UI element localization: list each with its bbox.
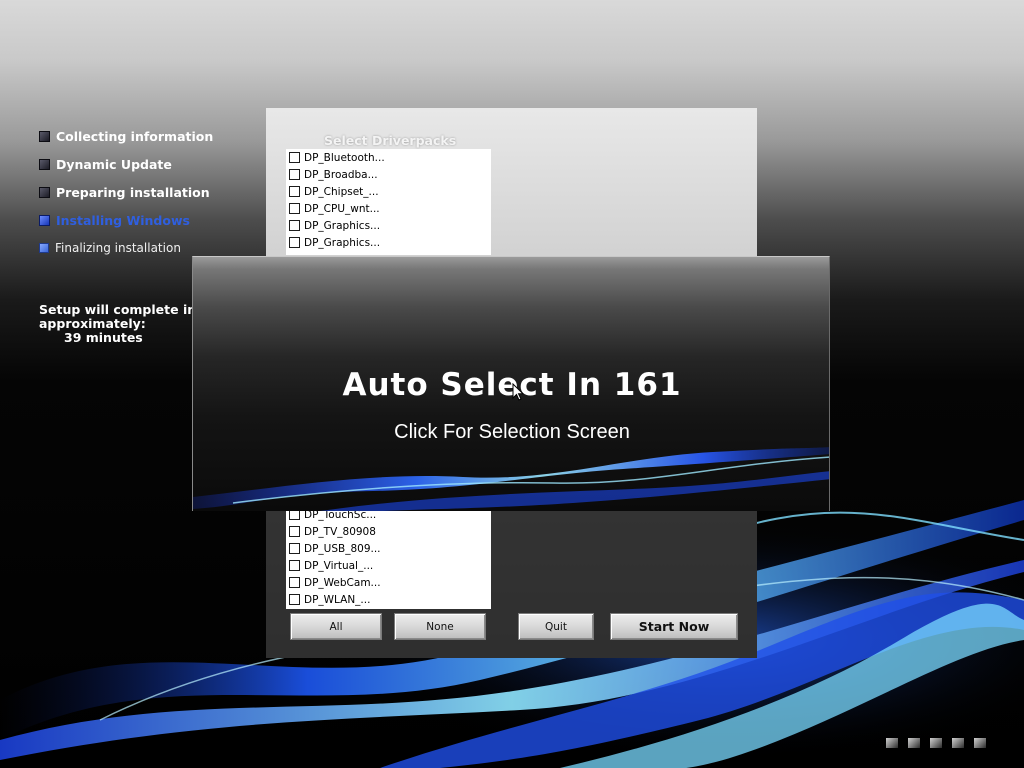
auto-select-overlay[interactable]: Auto Select In 161 Click For Selection S… — [192, 256, 830, 511]
driverpack-title: Select Driverpacks — [324, 133, 457, 148]
driverpack-item[interactable]: DP_TV_80908 — [286, 523, 491, 540]
driverpack-item[interactable]: DP_Chipset_... — [286, 183, 491, 200]
mouse-cursor-icon — [512, 383, 524, 401]
step-done-bullet-icon — [39, 158, 50, 170]
driverpack-item-label: DP_TV_80908 — [304, 525, 376, 538]
driverpack-item[interactable]: DP_Broadba... — [286, 166, 491, 183]
driverpack-item-label: DP_TouchSc... — [304, 510, 377, 521]
checkbox[interactable] — [289, 560, 300, 571]
time-remaining-minutes: 39 minutes — [64, 330, 143, 345]
driverpack-item-label: DP_CPU_wnt... — [304, 202, 380, 215]
step-dynamic-update: Dynamic Update — [39, 156, 172, 172]
time-remaining-line1: Setup will complete in — [39, 302, 197, 317]
driverpack-item-label: DP_USB_809... — [304, 542, 381, 555]
progress-indicator — [886, 738, 986, 748]
driverpack-item[interactable]: DP_Graphics... — [286, 234, 491, 251]
driverpack-item-label: DP_Bluetooth... — [304, 151, 385, 164]
select-none-button[interactable]: None — [394, 613, 486, 640]
driverpack-list-top[interactable]: DP_Bluetooth... DP_Broadba... DP_Chipset… — [286, 149, 491, 255]
driverpack-item[interactable]: DP_USB_809... — [286, 540, 491, 557]
checkbox[interactable] — [289, 526, 300, 537]
driverpack-item-label: DP_WebCam... — [304, 576, 381, 589]
checkbox[interactable] — [289, 152, 300, 163]
driverpack-item-label: DP_WLAN_... — [304, 593, 371, 606]
progress-square-icon — [974, 738, 986, 748]
driverpack-item[interactable]: DP_Bluetooth... — [286, 149, 491, 166]
checkbox[interactable] — [289, 543, 300, 554]
selection-screen-link[interactable]: Click For Selection Screen — [193, 421, 829, 444]
checkbox[interactable] — [289, 203, 300, 214]
progress-square-icon — [908, 738, 920, 748]
step-done-bullet-icon — [39, 130, 50, 142]
step-pending-bullet-icon — [39, 243, 49, 253]
step-label: Finalizing installation — [55, 241, 181, 255]
driverpack-list-bottom[interactable]: DP_TouchSc... DP_TV_80908 DP_USB_809... … — [286, 510, 491, 609]
driverpack-item-label: DP_Graphics... — [304, 236, 381, 249]
checkbox[interactable] — [289, 577, 300, 588]
checkbox[interactable] — [289, 594, 300, 605]
checkbox[interactable] — [289, 510, 300, 520]
driverpack-item-label: DP_Graphics... — [304, 219, 381, 232]
driverpack-item[interactable]: DP_TouchSc... — [286, 510, 491, 523]
time-remaining-line2: approximately: — [39, 316, 146, 331]
step-active-bullet-icon — [39, 214, 50, 226]
quit-button[interactable]: Quit — [518, 613, 594, 640]
select-all-button[interactable]: All — [290, 613, 382, 640]
step-preparing-installation: Preparing installation — [39, 184, 210, 200]
start-now-button[interactable]: Start Now — [610, 613, 738, 640]
step-label: Preparing installation — [56, 184, 210, 200]
progress-square-icon — [886, 738, 898, 748]
driverpack-item[interactable]: DP_CPU_wnt... — [286, 200, 491, 217]
checkbox[interactable] — [289, 186, 300, 197]
checkbox[interactable] — [289, 220, 300, 231]
driverpack-item-label: DP_Broadba... — [304, 168, 378, 181]
step-label: Installing Windows — [56, 212, 190, 228]
step-installing-windows: Installing Windows — [39, 212, 190, 228]
step-done-bullet-icon — [39, 186, 50, 198]
driverpack-item[interactable]: DP_Graphics... — [286, 217, 491, 234]
step-finalizing-installation: Finalizing installation — [39, 240, 181, 256]
progress-square-icon — [930, 738, 942, 748]
driverpack-item-label: DP_Virtual_... — [304, 559, 374, 572]
checkbox[interactable] — [289, 169, 300, 180]
step-label: Collecting information — [56, 128, 214, 144]
driverpack-item[interactable]: DP_Virtual_... — [286, 557, 491, 574]
driverpack-item-label: DP_Chipset_... — [304, 185, 379, 198]
step-collecting-information: Collecting information — [39, 128, 213, 144]
driverpack-item[interactable]: DP_WebCam... — [286, 574, 491, 591]
checkbox[interactable] — [289, 237, 300, 248]
driverpack-item[interactable]: DP_WLAN_... — [286, 591, 491, 608]
progress-square-icon — [952, 738, 964, 748]
step-label: Dynamic Update — [56, 156, 172, 172]
time-remaining: Setup will complete in approximately: 39… — [39, 303, 209, 345]
setup-screen: Collecting information Dynamic Update Pr… — [0, 0, 1024, 768]
